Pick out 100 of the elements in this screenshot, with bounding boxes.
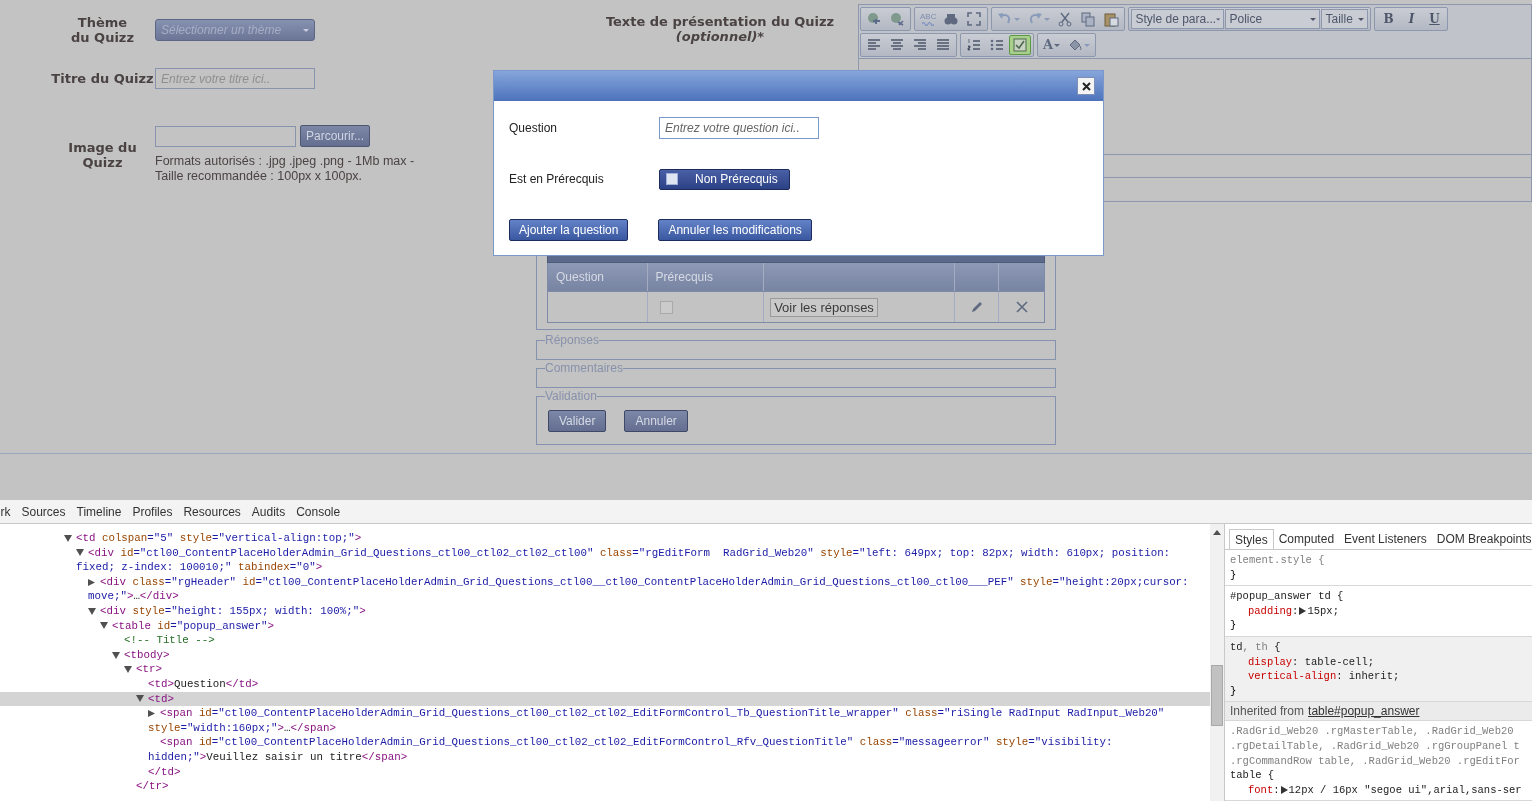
checkbox-icon: [666, 173, 678, 185]
code-line: hidden;">Veuillez saisir un titre</span>: [148, 749, 408, 765]
wavy-underline-icon: [922, 20, 935, 26]
styles-tab[interactable]: Event Listeners: [1339, 529, 1432, 549]
caret-icon: [303, 28, 309, 32]
devtools-tab[interactable]: Sources: [16, 500, 72, 523]
code-line: <td>Question</td>: [148, 676, 259, 692]
pencil-icon[interactable]: [969, 300, 984, 314]
editor-dropdown[interactable]: Taille: [1321, 9, 1369, 29]
fill-icon: [1067, 37, 1084, 53]
selector-line: td, th {: [1230, 639, 1282, 655]
code-line: </td>: [148, 765, 181, 778]
close-button[interactable]: [1077, 77, 1095, 95]
devtools-tab[interactable]: Profiles: [126, 500, 178, 523]
selector-line: table {: [1230, 768, 1276, 783]
justify-icon: [935, 37, 951, 53]
devtools-tab[interactable]: Resources: [177, 500, 247, 523]
italic-button[interactable]: I: [1400, 9, 1423, 29]
code-line: <span id="ctl00_ContentPlaceHolderAdmin_Grid_Questions_ctl00_ctl02_ctl02_EditFormControl_Rfv_QuestionTitle" class="messageerror" style="visibility:: [160, 735, 1113, 750]
section-legend: Commentaires: [545, 362, 624, 374]
property-line: font: 12px / 16px "segoe ui",arial,sans-ser: [1247, 782, 1523, 798]
styles-tab[interactable]: DOM Breakpoints: [1431, 529, 1532, 549]
expand-arrow-icon[interactable]: [1280, 786, 1288, 794]
closing-brace: }: [1230, 567, 1238, 583]
scroll-up-arrow-icon[interactable]: [1213, 530, 1221, 535]
code-line: </tr>: [136, 780, 169, 793]
form-button[interactable]: Annuler: [624, 410, 688, 432]
code-line: <tbody>: [124, 647, 170, 663]
expanded-triangle-icon[interactable]: [88, 607, 96, 615]
code-line: fixed; z-index: 100010;" tabindex="0">: [76, 560, 323, 575]
prerequisite-toggle-button[interactable]: Non Prérecquis: [659, 168, 790, 190]
scrollbar-thumb[interactable]: [1211, 665, 1223, 726]
dialog-button[interactable]: Annuler les modifications: [658, 219, 812, 241]
devtools-tab[interactable]: Timeline: [71, 500, 127, 523]
expand-arrow-icon[interactable]: [1299, 607, 1307, 616]
code-line: <td>: [148, 691, 174, 707]
code-line: <tr>: [136, 662, 162, 677]
field-label: Titre du Quizz: [51, 71, 154, 86]
presentation-label: Texte de présentation du Quizz: [605, 14, 835, 29]
bold-button[interactable]: B: [1377, 9, 1400, 29]
editor-dropdown[interactable]: Police: [1225, 9, 1321, 29]
scrollbar[interactable]: [1210, 524, 1224, 801]
align-right-icon: [912, 37, 928, 53]
property-line: display: table-cell;: [1247, 654, 1376, 670]
form-button[interactable]: Valider: [548, 410, 607, 432]
file-input-field[interactable]: [155, 125, 296, 147]
selector-line: .rgCommandRow table, .RadGrid_Web20 .rgEditFor: [1230, 753, 1521, 769]
field-label: Image du Quizz: [67, 139, 138, 170]
copy-icon: [1080, 11, 1097, 27]
code-line: <table id="popup_answer">: [112, 618, 275, 634]
styles-tab[interactable]: Styles: [1229, 529, 1274, 549]
expanded-triangle-icon[interactable]: [100, 622, 108, 630]
close-icon[interactable]: [1014, 300, 1029, 314]
bullet-list-icon: [989, 37, 1005, 53]
devtools-tab[interactable]: rk: [0, 500, 16, 523]
toggle-box-button[interactable]: [1009, 35, 1031, 55]
styles-tab[interactable]: Computed: [1273, 529, 1340, 549]
selected-node-highlight[interactable]: <td>: [0, 691, 1210, 707]
property-line: padding: 15px;: [1247, 603, 1340, 619]
devtools-tab[interactable]: Audits: [246, 500, 291, 523]
selector-line: .RadGrid_Web20 .rgMasterTable, .RadGrid_Web20: [1230, 724, 1515, 739]
caret-icon: [1310, 17, 1317, 21]
align-left-icon: [866, 37, 882, 53]
collapsed-triangle-icon[interactable]: [148, 709, 156, 717]
code-line: <div style="height: 155px; width: 100%;">: [100, 603, 366, 619]
caret-icon: [1216, 17, 1221, 21]
collapsed-triangle-icon[interactable]: [88, 578, 96, 586]
closing-brace: }: [1230, 683, 1238, 699]
view-answers-button[interactable]: Voir les réponses: [770, 297, 878, 317]
caret-icon: [1084, 43, 1091, 47]
editor-dropdown[interactable]: Style de para...: [1131, 9, 1225, 29]
checkbox[interactable]: [659, 300, 673, 314]
devtools-tab[interactable]: Console: [290, 500, 346, 523]
caret-icon: [1044, 17, 1051, 21]
browse-button[interactable]: Parcourir...: [300, 125, 371, 147]
dialog-button[interactable]: Ajouter la question: [509, 219, 629, 241]
expanded-triangle-icon[interactable]: [64, 534, 72, 542]
selector-line: element.style {: [1230, 553, 1326, 568]
selector-line: .rgDetailTable, .RadGrid_Web20 .rgGroupPanel t: [1230, 738, 1521, 754]
code-line: <div class="rgHeader" id="ctl00_ContentPlaceHolderAdmin_Grid_Questions_ctl00__ctl00_ContentPlaceHolderAdmin_Grid_Questions_ctl00_ctl00___PEF" style="height:20px;cursor:: [100, 574, 1189, 590]
code-line: style="width:160px;">…</span>: [148, 720, 336, 736]
code-line: <div id="ctl00_ContentPlaceHolderAdmin_Grid_Questions_ctl00_ctl02_ctl02_ctl00" class="rgEditForm RadGrid_Web20" style="left: 649px; top: 82px; width: 610px; position:: [88, 545, 1171, 561]
numbered-list-icon: [966, 37, 982, 53]
help-text: Formats autorisés : .jpg .jpeg .png - 1Mb max -: [155, 154, 415, 169]
expanded-triangle-icon[interactable]: [112, 651, 120, 659]
expanded-triangle-icon[interactable]: [136, 695, 144, 703]
question-input-field[interactable]: Entrez votre question ici..: [659, 117, 819, 139]
toggle-box-icon: [1012, 37, 1028, 53]
underline-button[interactable]: U: [1423, 9, 1446, 29]
font-color-button[interactable]: A: [1040, 35, 1064, 55]
section-legend: Validation: [545, 390, 597, 402]
fullscreen-icon: [966, 11, 983, 27]
code-line: <td colspan="5" style="vertical-align:top;">: [76, 531, 362, 546]
align-center-icon: [889, 37, 905, 53]
inherited-link[interactable]: table#popup_answer: [1308, 702, 1420, 721]
caret-icon: [1014, 17, 1021, 21]
expanded-triangle-icon[interactable]: [76, 549, 84, 557]
expanded-triangle-icon[interactable]: [124, 666, 132, 674]
caret-icon: [1358, 17, 1365, 21]
code-line: <span id="ctl00_ContentPlaceHolderAdmin_Grid_Questions_ctl00_ctl02_ctl02_EditFormControl_Tb_QuestionTitle_wrapper" class="riSingle RadInput RadInput_Web20": [160, 706, 1165, 721]
